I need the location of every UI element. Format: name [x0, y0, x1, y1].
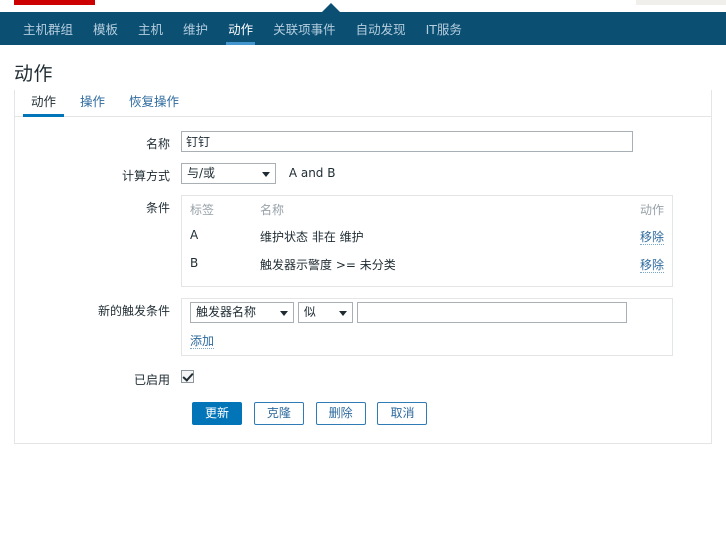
- form-row-new-condition: 新的触发条件 触发器名称 似 添加: [15, 298, 711, 356]
- new-condition-type-select[interactable]: 触发器名称: [190, 302, 294, 323]
- enabled-checkbox[interactable]: [181, 370, 194, 383]
- nav-item-host-groups[interactable]: 主机群组: [13, 12, 83, 45]
- tab-strip: 动作 操作 恢复操作: [15, 90, 711, 117]
- conditions-header-row: 标签 名称 动作: [190, 199, 664, 224]
- enabled-field-label: 已启用: [133, 373, 170, 387]
- form-row-enabled: 已启用: [15, 367, 711, 388]
- nav-item-label: 关联项事件: [273, 22, 336, 37]
- tab-label: 动作: [31, 94, 57, 109]
- content-wrapper: 动作 操作 恢复操作 名称 计算方式 与/或 A and: [0, 90, 726, 444]
- update-button[interactable]: 更新: [192, 402, 242, 425]
- new-condition-operator-select[interactable]: 似: [297, 302, 353, 323]
- name-field-label: 名称: [145, 137, 170, 151]
- nav-pointer-triangle-icon: [322, 3, 340, 12]
- new-condition-value-input[interactable]: [356, 302, 627, 323]
- condition-action-cell: 移除: [603, 252, 664, 280]
- nav-item-maintenance[interactable]: 维护: [173, 12, 218, 45]
- nav-item-label: 维护: [183, 22, 209, 37]
- conditions-table: 标签 名称 动作 A 维护状态 非在 维护 移除 B 触发器示警度 >= 未分类…: [190, 199, 664, 280]
- condition-label: B: [190, 256, 199, 270]
- new-condition-operator-value: 似: [303, 305, 316, 319]
- nav-item-event-correlation[interactable]: 关联项事件: [263, 12, 346, 45]
- name-field-wrapper: [181, 131, 711, 152]
- nav-item-discovery[interactable]: 自动发现: [346, 12, 416, 45]
- conditions-field-label: 条件: [145, 201, 170, 215]
- nav-item-label: IT服务: [425, 22, 462, 37]
- condition-label: A: [190, 228, 199, 242]
- form-row-conditions: 条件 标签 名称 动作 A 维护状态 非在 维护 移除 B 触发器示警度 >= …: [15, 195, 711, 287]
- top-strip: [0, 0, 726, 12]
- condition-expression: 维护状态 非在 维护: [260, 230, 364, 244]
- enabled-field-wrapper: [181, 367, 711, 383]
- cancel-button[interactable]: 取消: [377, 402, 428, 425]
- page-title: 动作: [14, 63, 54, 85]
- tab-action[interactable]: 动作: [19, 87, 68, 117]
- new-condition-subform: 触发器名称 似 添加: [181, 298, 673, 356]
- nav-item-label: 模板: [93, 22, 119, 37]
- new-condition-type-value: 触发器名称: [196, 305, 257, 319]
- calculation-select-value: 与/或: [187, 166, 216, 180]
- nav-item-hosts[interactable]: 主机: [128, 12, 173, 45]
- nav-item-label: 动作: [228, 22, 254, 37]
- action-edit-card: 动作 操作 恢复操作 名称 计算方式 与/或 A and: [14, 90, 712, 444]
- nav-item-label: 主机: [138, 22, 164, 37]
- form-row-name: 名称: [15, 131, 711, 152]
- conditions-subform: 标签 名称 动作 A 维护状态 非在 维护 移除 B 触发器示警度 >= 未分类…: [181, 195, 673, 287]
- calculation-field-label: 计算方式: [121, 169, 170, 183]
- calculation-field-wrapper: 与/或 A and B: [181, 163, 711, 184]
- clone-button[interactable]: 克隆: [253, 402, 304, 425]
- conditions-header-label: 标签: [190, 203, 215, 217]
- action-form: 名称 计算方式 与/或 A and B 条件: [15, 117, 711, 443]
- new-condition-controls: 触发器名称 似: [190, 302, 664, 323]
- add-condition-link[interactable]: 添加: [190, 334, 215, 349]
- conditions-header-name: 名称: [260, 203, 285, 217]
- conditions-field-wrapper: 标签 名称 动作 A 维护状态 非在 维护 移除 B 触发器示警度 >= 未分类…: [181, 195, 711, 287]
- page-header: 动作: [0, 45, 726, 90]
- conditions-header-action: 动作: [639, 203, 664, 217]
- brand-bar: [14, 0, 95, 5]
- remove-condition-link[interactable]: 移除: [639, 258, 664, 273]
- nav-item-label: 自动发现: [355, 22, 406, 37]
- conditions-table-head: 标签 名称 动作: [190, 199, 664, 224]
- table-row: B 触发器示警度 >= 未分类 移除: [190, 252, 664, 280]
- form-row-calculation: 计算方式 与/或 A and B: [15, 163, 711, 184]
- chevron-down-icon: [338, 311, 347, 316]
- nav-item-templates[interactable]: 模板: [83, 12, 128, 45]
- remove-condition-link[interactable]: 移除: [639, 230, 664, 245]
- tab-label: 恢复操作: [129, 94, 180, 109]
- calculation-formula: A and B: [288, 166, 336, 180]
- tab-label: 操作: [80, 94, 106, 109]
- top-right-panel-sliver: [636, 0, 726, 5]
- form-action-buttons: 更新 克隆 删除 取消: [15, 402, 711, 425]
- new-condition-field-wrapper: 触发器名称 似 添加: [181, 298, 711, 356]
- tab-recovery-operations[interactable]: 恢复操作: [117, 87, 191, 116]
- calculation-select[interactable]: 与/或: [181, 163, 276, 184]
- condition-expression: 触发器示警度 >= 未分类: [260, 258, 396, 272]
- delete-button[interactable]: 删除: [315, 402, 366, 425]
- nav-item-services[interactable]: IT服务: [416, 12, 472, 45]
- main-navigation: 主机群组 模板 主机 维护 动作 关联项事件 自动发现 IT服务: [0, 12, 726, 45]
- chevron-down-icon: [280, 311, 288, 316]
- tab-operations[interactable]: 操作: [68, 87, 117, 116]
- conditions-table-body: A 维护状态 非在 维护 移除 B 触发器示警度 >= 未分类 移除: [190, 224, 664, 280]
- nav-item-label: 主机群组: [23, 22, 74, 37]
- add-condition-wrapper: 添加: [190, 332, 664, 349]
- new-condition-field-label: 新的触发条件: [97, 304, 170, 318]
- nav-item-actions[interactable]: 动作: [218, 12, 263, 45]
- table-row: A 维护状态 非在 维护 移除: [190, 224, 664, 252]
- name-input[interactable]: [181, 131, 633, 152]
- condition-action-cell: 移除: [603, 224, 664, 252]
- chevron-down-icon: [262, 172, 270, 177]
